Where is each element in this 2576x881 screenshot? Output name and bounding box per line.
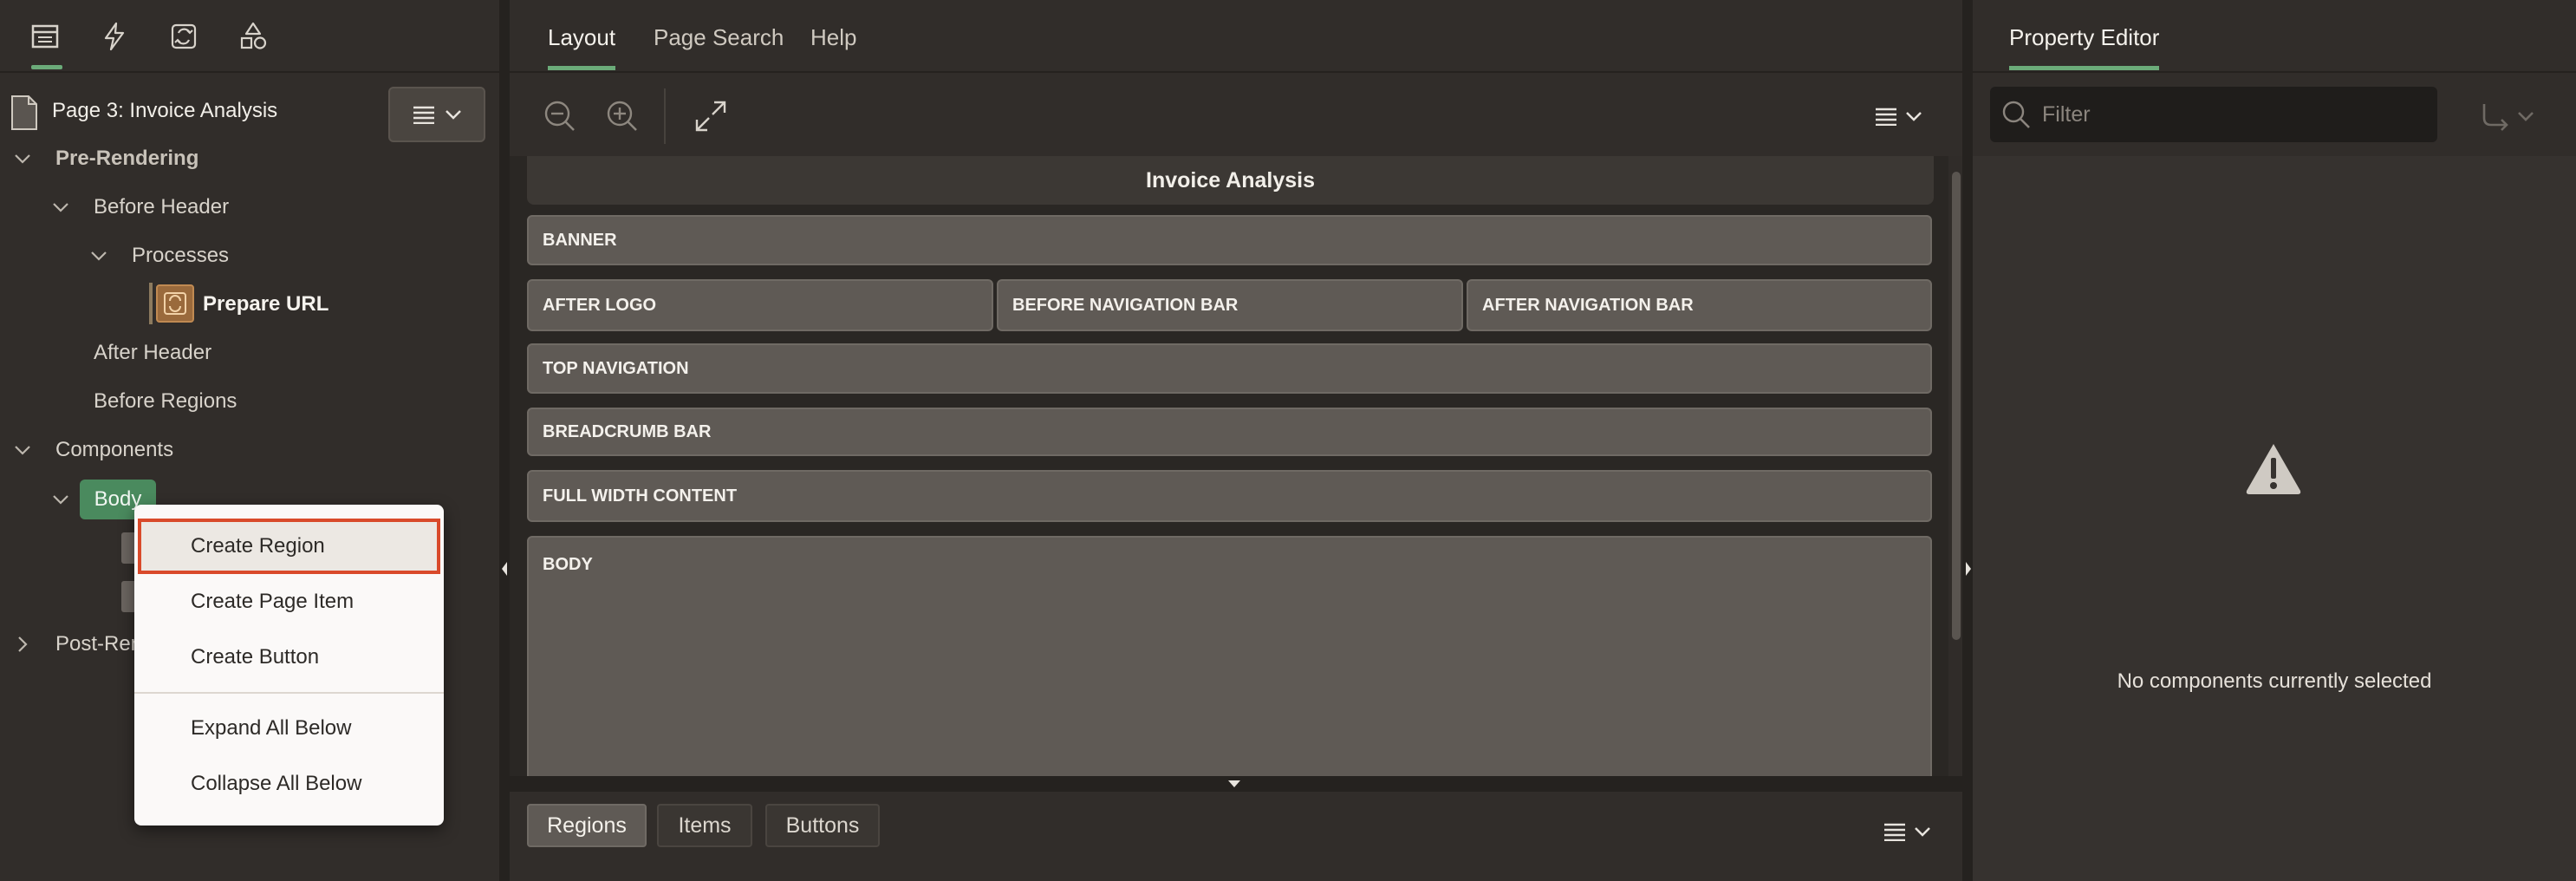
rendering-tab[interactable] — [17, 16, 73, 71]
bottom-menu-button[interactable] — [1883, 814, 1938, 849]
shared-components-tab[interactable] — [225, 16, 281, 71]
tree-node-before-header[interactable]: Before Header — [50, 186, 229, 229]
layout-menu-button[interactable] — [1874, 99, 1929, 134]
right-panel-tabs: Property Editor — [1973, 0, 2576, 73]
tree-node-components[interactable]: Components — [12, 428, 173, 472]
center-panel: Layout Page Search Help Invoice Analysis… — [510, 0, 1962, 881]
rendering-tree-panel: Page 3: Invoice Analysis Pre-Rendering B… — [0, 0, 499, 881]
tree-node-pre-rendering[interactable]: Pre-Rendering — [12, 137, 198, 180]
chevron-right-icon[interactable] — [12, 634, 33, 655]
tab-regions[interactable]: Regions — [527, 804, 647, 847]
slot-full-width-content[interactable]: FULL WIDTH CONTENT — [527, 470, 1932, 522]
tab-buttons[interactable]: Buttons — [765, 804, 880, 847]
canvas-page-title: Invoice Analysis — [527, 156, 1934, 205]
slot-after-logo[interactable]: AFTER LOGO — [527, 279, 993, 331]
hamburger-icon — [1884, 823, 1905, 841]
collapse-down-icon[interactable] — [1227, 780, 1241, 788]
tree-node-label: Components — [55, 438, 174, 461]
zoom-in-icon[interactable] — [603, 97, 641, 135]
tree-indent-bar — [149, 283, 153, 324]
tab-page-search[interactable]: Page Search — [654, 24, 784, 51]
canvas-scrollbar-thumb[interactable] — [1952, 172, 1961, 640]
tab-help[interactable]: Help — [810, 24, 856, 51]
menu-item-collapse-all-below[interactable]: Collapse All Below — [134, 756, 444, 812]
slot-body[interactable]: BODY — [527, 536, 1932, 776]
chevron-down-icon — [1906, 112, 1922, 121]
tab-property-editor[interactable]: Property Editor — [2009, 24, 2160, 70]
property-editor-content — [1973, 156, 2576, 881]
menu-item-expand-all-below[interactable]: Expand All Below — [134, 701, 444, 756]
slot-before-navigation-bar[interactable]: BEFORE NAVIGATION BAR — [997, 279, 1463, 331]
warning-icon — [2246, 444, 2301, 494]
context-menu: Create Region Create Page Item Create Bu… — [134, 505, 444, 826]
page-title: Page 3: Invoice Analysis — [52, 99, 278, 122]
empty-state-message: No components currently selected — [2117, 669, 2432, 693]
lightning-icon — [104, 22, 125, 51]
process-icon — [156, 284, 194, 323]
processing-tab[interactable] — [156, 16, 211, 71]
chevron-down-icon[interactable] — [12, 148, 33, 169]
collapse-left-icon[interactable] — [500, 560, 509, 578]
processing-cycle-icon — [171, 23, 197, 49]
dynamic-actions-tab[interactable] — [87, 16, 142, 71]
filter-box — [1990, 87, 2437, 142]
tree-node-label: Prepare URL — [203, 292, 329, 316]
hamburger-icon — [413, 106, 434, 124]
shapes-icon — [240, 22, 267, 49]
menu-separator — [134, 692, 444, 694]
right-splitter[interactable] — [1962, 0, 1973, 881]
slot-breadcrumb-bar[interactable]: BREADCRUMB BAR — [527, 408, 1932, 456]
left-splitter[interactable] — [499, 0, 510, 881]
slot-after-navigation-bar[interactable]: AFTER NAVIGATION BAR — [1467, 279, 1932, 331]
property-editor-panel: Property Editor No components currently … — [1973, 0, 2576, 881]
chevron-down-icon[interactable] — [12, 440, 33, 460]
tree-node-body-toggle[interactable] — [50, 478, 71, 521]
chevron-down-icon[interactable] — [50, 197, 71, 218]
search-icon — [2002, 101, 2030, 128]
bottom-panel: Regions Items Buttons — [510, 792, 1962, 881]
slot-top-navigation[interactable]: TOP NAVIGATION — [527, 343, 1932, 394]
page-header-row: Page 3: Invoice Analysis — [0, 87, 499, 142]
property-filter-bar — [1973, 73, 2576, 156]
chevron-down-icon[interactable] — [88, 245, 109, 266]
tree-node-before-regions[interactable]: Before Regions — [94, 380, 237, 423]
tab-layout[interactable]: Layout — [548, 24, 616, 70]
menu-item-create-page-item[interactable]: Create Page Item — [134, 574, 444, 630]
expand-icon[interactable] — [692, 97, 730, 135]
tree-node-prepare-url[interactable]: Prepare URL — [203, 283, 329, 326]
center-tabs: Layout Page Search Help — [510, 0, 1962, 73]
chevron-down-icon[interactable] — [50, 489, 71, 510]
tree-menu-button[interactable] — [388, 87, 485, 142]
tree-node-after-header[interactable]: After Header — [94, 331, 211, 375]
layout-canvas: Invoice Analysis BANNER AFTER LOGO BEFOR… — [510, 156, 1950, 776]
slot-banner[interactable]: BANNER — [527, 215, 1932, 265]
tree-node-processes[interactable]: Processes — [88, 234, 229, 277]
rendering-tree-icon — [31, 24, 59, 49]
tree-node-label: Before Header — [94, 195, 230, 219]
tree-node-label: Pre-Rendering — [55, 147, 199, 170]
chevron-down-icon — [1915, 827, 1930, 837]
zoom-out-icon[interactable] — [541, 97, 579, 135]
tree-node-label: Before Regions — [94, 389, 237, 413]
filter-input[interactable] — [2042, 87, 2423, 142]
layout-toolbar — [510, 73, 1962, 156]
hamburger-icon — [1876, 108, 1896, 126]
toolbar-separator — [664, 88, 666, 144]
menu-item-create-region[interactable]: Create Region — [138, 519, 440, 574]
left-panel-tabs — [0, 0, 499, 73]
go-to-group-icon[interactable] — [2475, 99, 2536, 134]
tree-node-label: After Header — [94, 341, 212, 364]
chevron-down-icon — [446, 110, 461, 120]
tab-items[interactable]: Items — [657, 804, 752, 847]
bottom-splitter[interactable] — [510, 776, 1962, 792]
menu-item-create-button[interactable]: Create Button — [134, 630, 444, 685]
collapse-right-icon[interactable] — [1964, 560, 1973, 578]
tree-node-label: Processes — [132, 244, 230, 267]
page-document-icon — [11, 95, 37, 130]
